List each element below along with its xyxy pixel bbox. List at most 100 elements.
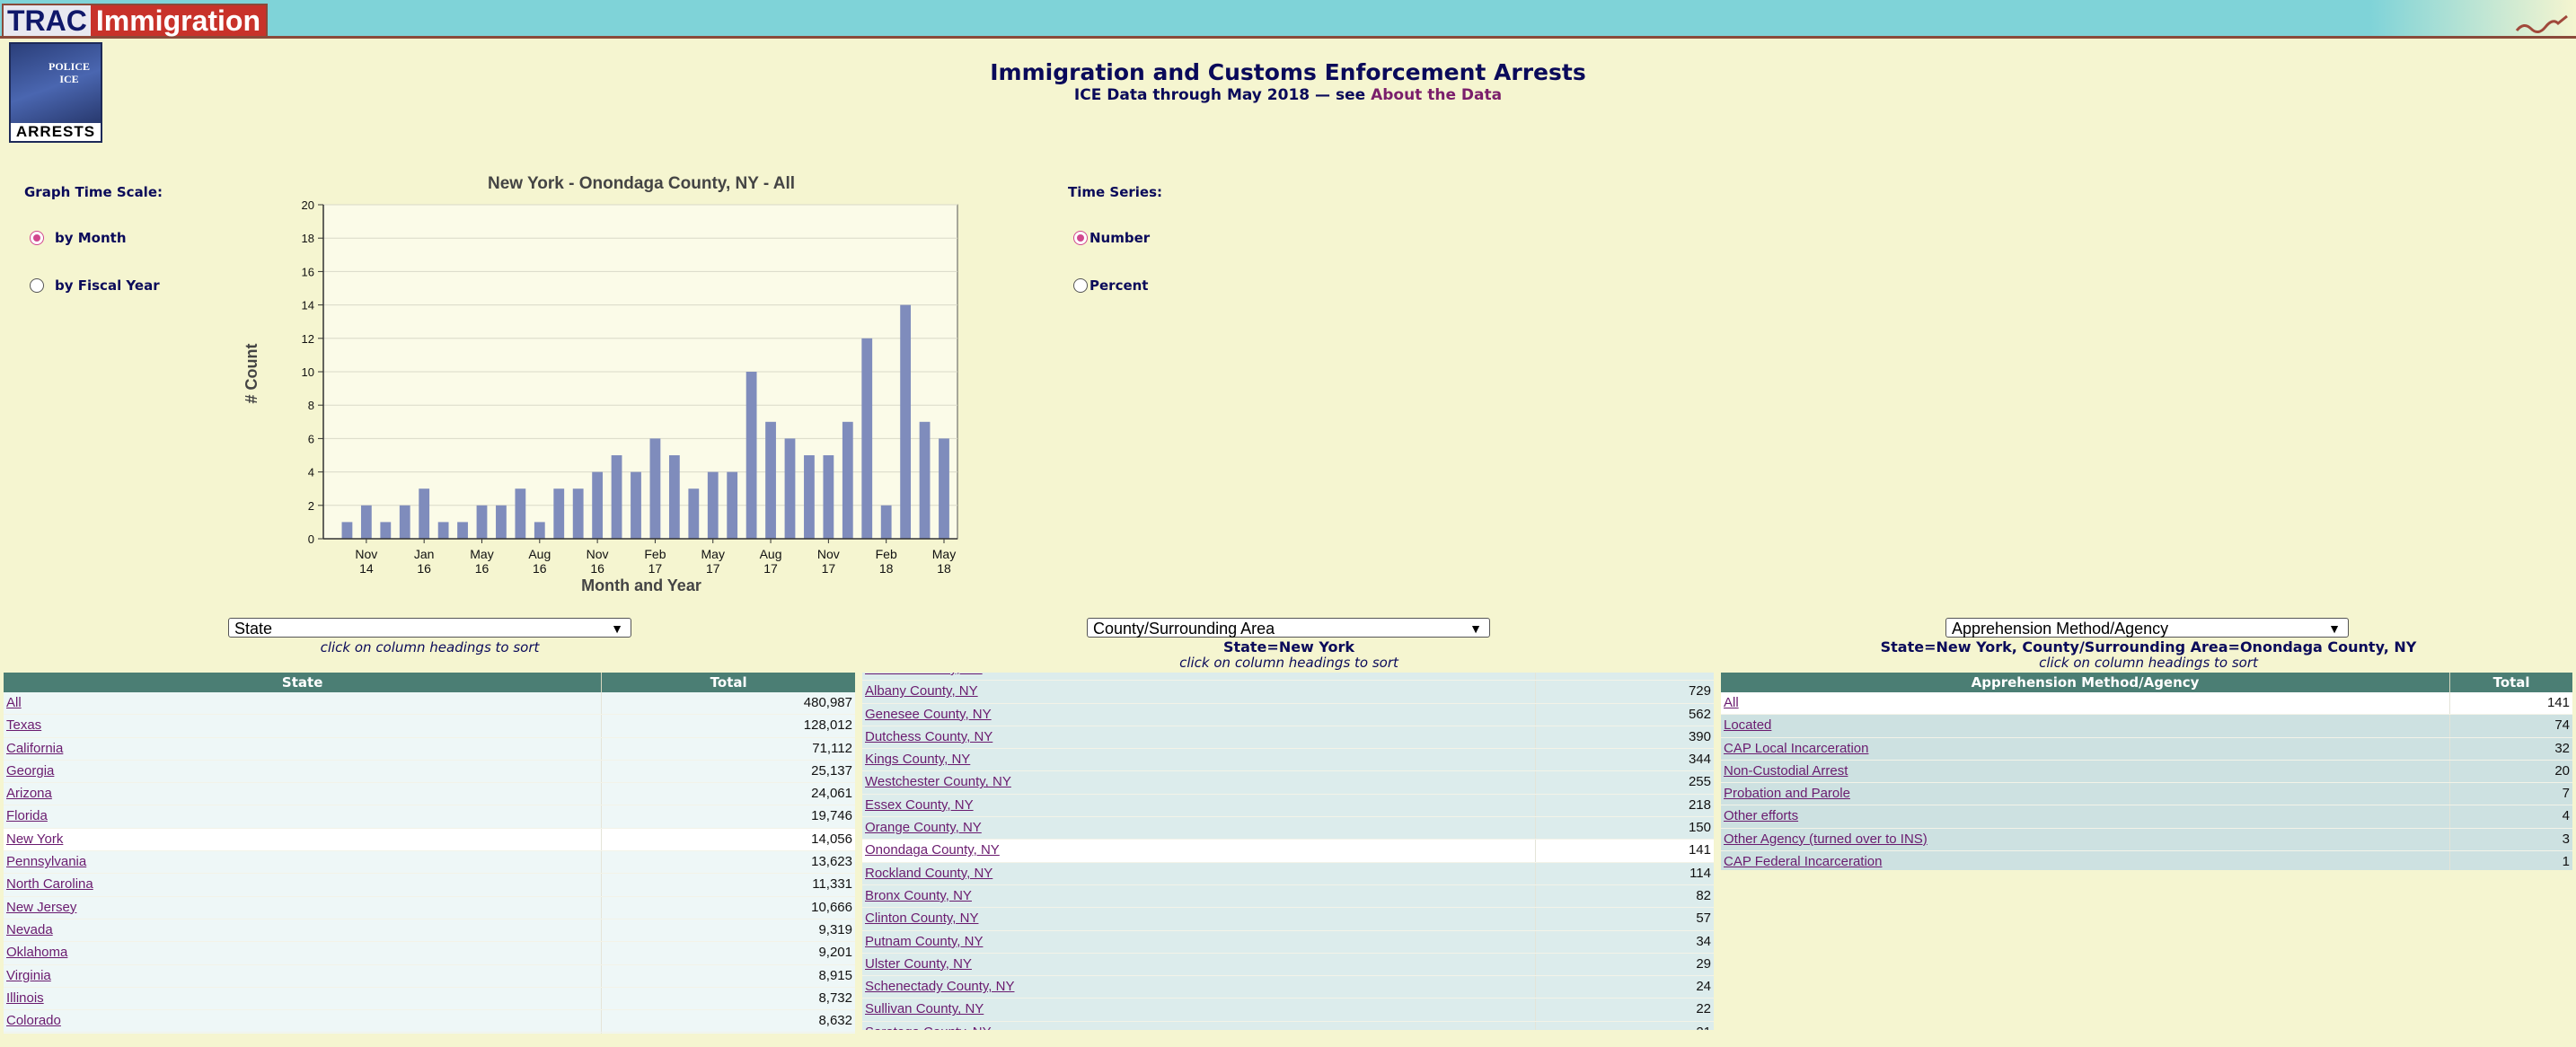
row-name-link[interactable]: New York [4,828,602,851]
row-name-link[interactable]: Dutchess County, NY [862,726,1536,749]
table-row[interactable]: Sullivan County, NY 22 [862,999,1714,1022]
table-row[interactable]: Onondaga County, NY 141 [862,840,1714,863]
table-row[interactable]: Georgia 25,137 [4,760,855,784]
table-row[interactable]: Schenectady County, NY 24 [862,976,1714,999]
state-column-heading[interactable]: State [4,673,603,692]
county-dropdown[interactable]: County/Surrounding Area ▼ [1087,618,1490,638]
radio-button-selected[interactable] [1073,231,1088,245]
total-column-heading[interactable]: Total [602,673,855,692]
row-name-link[interactable]: Essex County, NY [862,794,1536,817]
row-name-link[interactable]: Florida [4,805,602,828]
row-name-link[interactable]: CAP Local Incarceration [1721,737,2450,760]
table-row[interactable]: Tennessee7,498 [4,1033,855,1034]
row-name-link[interactable]: New Jersey [4,896,602,919]
table-row[interactable]: Texas 128,012 [4,715,855,738]
table-row[interactable]: Essex County, NY 218 [862,794,1714,818]
row-name-link[interactable]: Albany County, NY [862,681,1536,703]
row-name-link[interactable]: Texas [4,715,602,737]
row-name-link[interactable]: Genesee County, NY [862,703,1536,726]
row-name-link[interactable]: Arizona [4,783,602,805]
table-row[interactable]: Dutchess County, NY 390 [862,726,1714,750]
row-name-link[interactable]: Illinois [4,987,602,1010]
table-row[interactable]: Probation and Parole 7 [1721,783,2572,806]
table-row[interactable]: Nevada 9,319 [4,919,855,943]
row-name-link[interactable]: Putnam County, NY [862,930,1536,953]
radio-button[interactable] [30,278,44,293]
table-row[interactable]: Arizona 24,061 [4,783,855,806]
table-row[interactable]: Other Agency (turned over to INS) 3 [1721,828,2572,852]
table-row[interactable]: North Carolina 11,331 [4,874,855,897]
row-name-link[interactable]: Nassau County, NY [862,673,1536,681]
table-row[interactable]: Nassau County, NY931 [862,673,1714,682]
radio-button-selected[interactable] [30,231,44,245]
state-dropdown[interactable]: State ▼ [228,618,631,638]
row-name-link[interactable]: Schenectady County, NY [862,976,1536,999]
table-row[interactable]: Oklahoma 9,201 [4,942,855,965]
row-name-link[interactable]: Nevada [4,919,602,942]
radio-button[interactable] [1073,278,1088,293]
table-row[interactable]: Illinois 8,732 [4,987,855,1011]
table-row[interactable]: Non-Custodial Arrest 20 [1721,760,2572,784]
radio-by-fiscal-year[interactable]: by Fiscal Year [30,277,160,294]
table-row[interactable]: CAP Local Incarceration 32 [1721,737,2572,761]
row-name-link[interactable]: Bronx County, NY [862,884,1536,908]
table-row[interactable]: New York 14,056 [4,828,855,852]
table-row[interactable]: Orange County, NY 150 [862,817,1714,840]
row-name-link[interactable]: Orange County, NY [862,817,1536,840]
table-row[interactable]: All 141 [1721,692,2572,716]
radio-percent[interactable]: Percent [1073,277,1148,294]
table-row[interactable]: Clinton County, NY 57 [862,908,1714,931]
row-name-link[interactable]: Located [1721,715,2450,737]
row-name-link[interactable]: Virginia [4,964,602,987]
total-column-heading[interactable]: Total [2450,673,2572,692]
row-name-link[interactable]: Colorado [4,1010,602,1033]
table-row[interactable]: Florida 19,746 [4,805,855,829]
row-name-link[interactable]: California [4,737,602,760]
table-row[interactable]: Ulster County, NY 29 [862,953,1714,977]
row-name-link[interactable]: Clinton County, NY [862,908,1536,930]
row-name-link[interactable]: Probation and Parole [1721,783,2450,805]
table-row[interactable]: All 480,987 [4,692,855,716]
row-name-link[interactable]: Pennsylvania [4,851,602,874]
table-row[interactable]: Bronx County, NY 82 [862,884,1714,909]
table-row[interactable]: Virginia 8,915 [4,964,855,988]
row-name-link[interactable]: North Carolina [4,874,602,896]
table-row[interactable]: New Jersey 10,666 [4,896,855,919]
row-name-link[interactable]: Onondaga County, NY [862,840,1536,862]
table-row[interactable]: Westchester County, NY 255 [862,771,1714,795]
method-column-heading[interactable]: Apprehension Method/Agency [1721,673,2451,692]
table-row[interactable]: Putnam County, NY 34 [862,930,1714,954]
table-row[interactable]: CAP Federal Incarceration 1 [1721,851,2572,870]
table-row[interactable]: Colorado 8,632 [4,1010,855,1034]
row-name-link[interactable]: Tennessee [4,1033,602,1034]
row-name-link[interactable]: Other efforts [1721,805,2450,828]
about-the-data-link[interactable]: About the Data [1371,86,1502,104]
row-name-link[interactable]: Non-Custodial Arrest [1721,760,2450,783]
row-name-link[interactable]: All [4,692,602,715]
table-row[interactable]: California 71,112 [4,737,855,761]
table-row[interactable]: Genesee County, NY 562 [862,703,1714,726]
radio-by-month[interactable]: by Month [30,230,127,246]
table-row[interactable]: Albany County, NY 729 [862,681,1714,704]
table-row[interactable]: Located 74 [1721,715,2572,738]
row-name-link[interactable]: Westchester County, NY [862,771,1536,794]
table-row[interactable]: Pennsylvania 13,623 [4,851,855,875]
table-row[interactable]: Other efforts 4 [1721,805,2572,829]
row-name-link[interactable]: All [1721,692,2450,715]
county-table[interactable]: Nassau County, NY931Albany County, NY 729… [862,673,1714,1030]
row-name-link[interactable]: Ulster County, NY [862,953,1536,976]
row-name-link[interactable]: Oklahoma [4,942,602,964]
row-name-link[interactable]: Other Agency (turned over to INS) [1721,828,2450,851]
row-name-link[interactable]: Kings County, NY [862,749,1536,771]
row-name-link[interactable]: Rockland County, NY [862,862,1536,884]
table-row[interactable]: Saratoga County, NY21 [862,1021,1714,1030]
trac-immigration-logo[interactable]: TRAC Immigration [2,4,268,38]
table-row[interactable]: Kings County, NY 344 [862,749,1714,772]
row-name-link[interactable]: Georgia [4,760,602,783]
row-name-link[interactable]: Sullivan County, NY [862,999,1536,1021]
row-name-link[interactable]: CAP Federal Incarceration [1721,851,2450,870]
radio-number[interactable]: Number [1073,230,1150,246]
table-row[interactable]: Rockland County, NY 114 [862,862,1714,885]
apprehension-method-dropdown[interactable]: Apprehension Method/Agency ▼ [1945,618,2349,638]
row-name-link[interactable]: Saratoga County, NY [862,1021,1536,1030]
